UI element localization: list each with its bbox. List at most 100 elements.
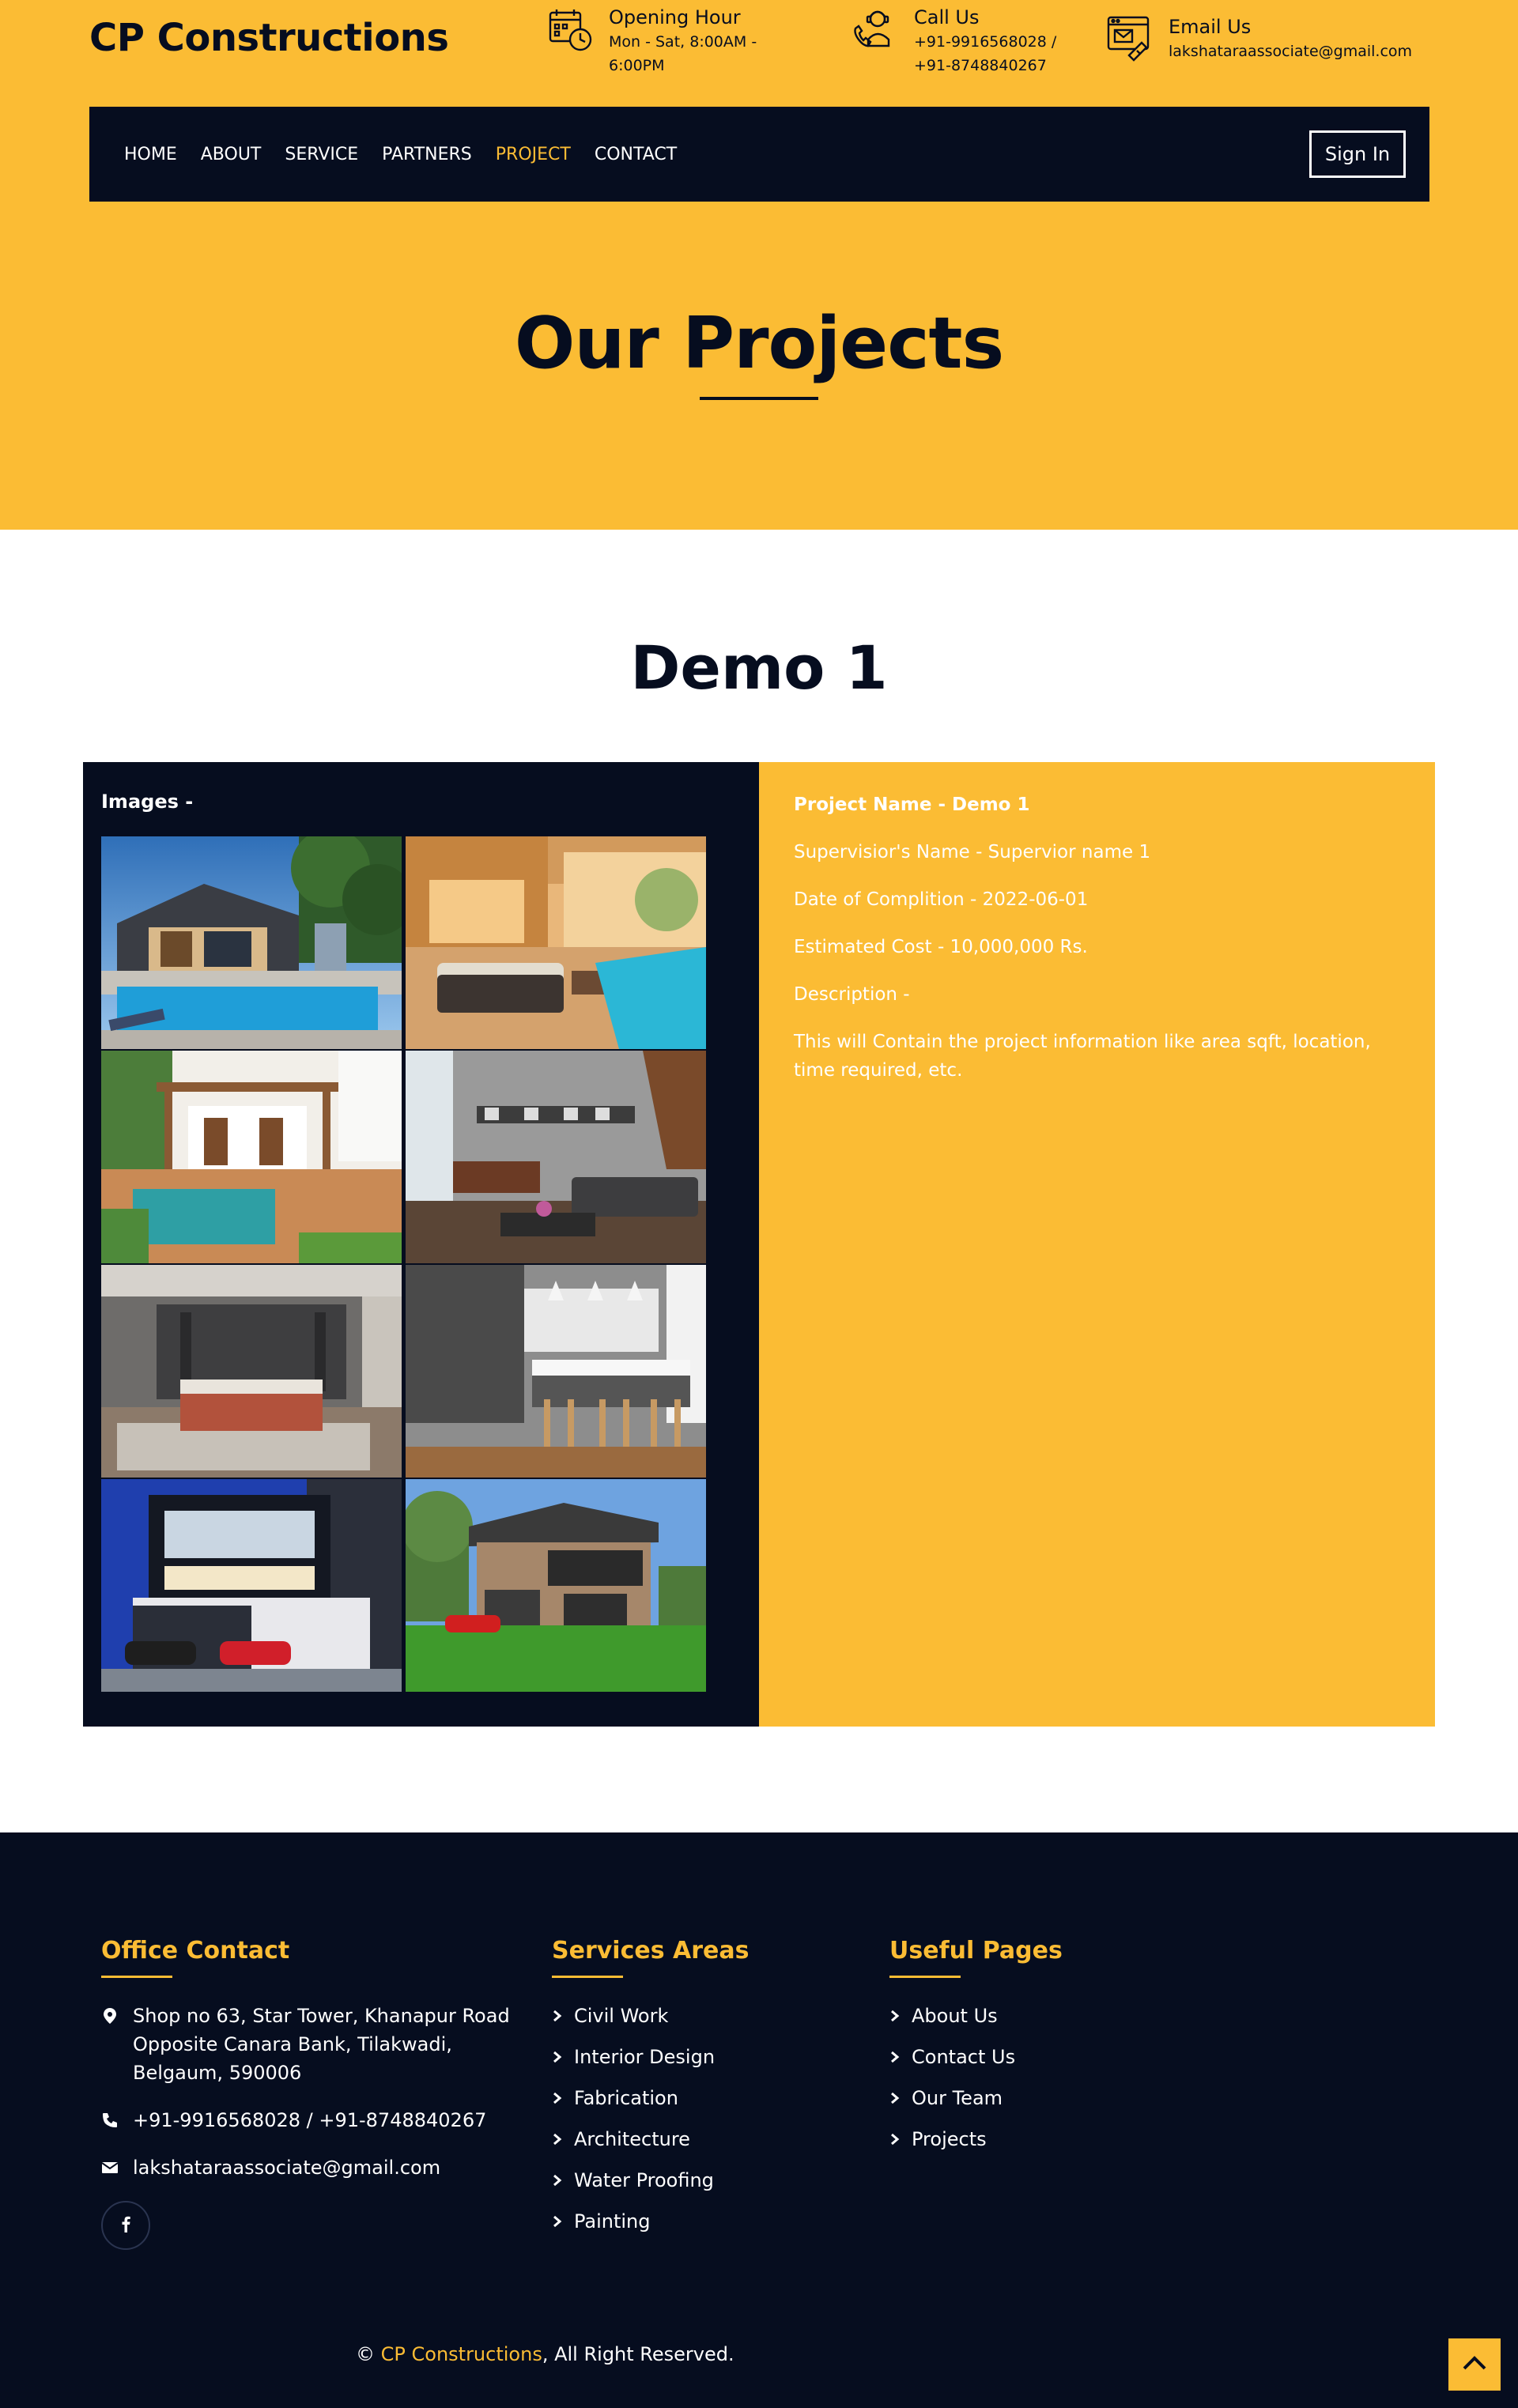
nav-about[interactable]: ABOUT [201, 145, 262, 164]
envelope-icon [101, 2153, 133, 2182]
call-us-value[interactable]: +91-9916568028 / +91-8748840267 [914, 30, 1096, 77]
pergola-courtyard-pool-photo[interactable] [101, 1051, 402, 1263]
call-us-title: Call Us [914, 6, 980, 28]
service-label: Water Proofing [574, 2169, 714, 2191]
page-link-our-team[interactable]: Our Team [889, 2084, 1174, 2112]
services-areas-column: Services Areas Civil Work Interior Desig… [552, 1937, 836, 2248]
page-link-contact-us[interactable]: Contact Us [889, 2043, 1174, 2071]
office-contact-heading: Office Contact [101, 1937, 290, 1965]
project-details-panel: Project Name - Demo 1 Supervisior's Name… [759, 762, 1435, 1727]
service-label: Fabrication [574, 2087, 678, 2109]
address-text: Shop no 63, Star Tower, Khanapur Road Op… [133, 2005, 510, 2084]
copyright-symbol: © [356, 2343, 375, 2365]
address-line: Shop no 63, Star Tower, Khanapur Road Op… [101, 2002, 528, 2087]
service-link-interior-design[interactable]: Interior Design [552, 2043, 836, 2071]
email-text[interactable]: lakshataraassociate@gmail.com [133, 2153, 440, 2182]
facebook-icon [118, 2215, 134, 2236]
opening-hours-value: Mon - Sat, 8:00AM - 6:00PM [609, 33, 757, 74]
email-line: lakshataraassociate@gmail.com [101, 2153, 528, 2182]
chevron-right-icon [889, 2051, 912, 2063]
nav-contact[interactable]: CONTACT [595, 145, 677, 164]
email-icon [1105, 14, 1154, 63]
email-us-value[interactable]: lakshataraassociate@gmail.com [1169, 40, 1501, 63]
main-navbar: HOME ABOUT SERVICE PARTNERS PROJECT CONT… [89, 107, 1429, 202]
nav-service[interactable]: SERVICE [285, 145, 358, 164]
nav-partners[interactable]: PARTNERS [382, 145, 472, 164]
service-link-painting[interactable]: Painting [552, 2207, 836, 2236]
images-label: Images - [101, 791, 194, 813]
copyright: © CP Constructions, All Right Reserved. [356, 2343, 734, 2365]
hero-section: CP Constructions Opening Hour Mon - Sat,… [0, 0, 1518, 530]
nav-home[interactable]: HOME [124, 145, 177, 164]
email-us-info: Email Us lakshataraassociate@gmail.com [1105, 14, 1501, 63]
project-name: Project Name - Demo 1 [794, 794, 1030, 815]
copyright-brand-link[interactable]: CP Constructions [381, 2343, 542, 2365]
chevron-right-icon [889, 2010, 912, 2022]
patio-pool-lounge-photo[interactable] [406, 836, 706, 1049]
brand-logo[interactable]: CP Constructions [89, 16, 449, 60]
chevron-right-icon [552, 2051, 574, 2063]
page-label: Projects [912, 2128, 987, 2150]
chevron-right-icon [552, 2174, 574, 2187]
phone-icon [101, 2106, 133, 2134]
bedroom-photo[interactable] [101, 1265, 402, 1478]
title-underline [700, 397, 818, 400]
chevron-right-icon [552, 2133, 574, 2146]
supervisor-name: Supervisior's Name - Supervior name 1 [794, 842, 1151, 862]
office-contact-column: Office Contact Shop no 63, Star Tower, K… [101, 1937, 528, 2250]
page-label: Our Team [912, 2087, 1003, 2109]
page-label: About Us [912, 2005, 998, 2027]
page-link-projects[interactable]: Projects [889, 2125, 1174, 2153]
images-panel: Images - [83, 762, 759, 1727]
nav-project[interactable]: PROJECT [496, 145, 571, 164]
grey-living-room-photo[interactable] [406, 1051, 706, 1263]
call-us-info: Call Us +91-9916568028 / +91-8748840267 [851, 5, 1096, 77]
modern-house-night-photo[interactable] [101, 1479, 402, 1692]
pool-house-photo[interactable] [101, 836, 402, 1049]
chevron-right-icon [552, 2215, 574, 2228]
heading-underline [889, 1976, 961, 1978]
description-label: Description - [794, 984, 910, 1005]
completion-date: Date of Complition - 2022-06-01 [794, 889, 1089, 910]
image-gallery [101, 836, 706, 1692]
sign-in-button[interactable]: Sign In [1309, 130, 1406, 178]
chevron-right-icon [552, 2092, 574, 2104]
service-link-civil-work[interactable]: Civil Work [552, 2002, 836, 2030]
footer: Office Contact Shop no 63, Star Tower, K… [0, 1832, 1518, 2408]
kitchen-island-photo[interactable] [406, 1265, 706, 1478]
service-label: Civil Work [574, 2005, 669, 2027]
opening-hours-info: Opening Hour Mon - Sat, 8:00AM - 6:00PM [546, 5, 783, 77]
service-link-water-proofing[interactable]: Water Proofing [552, 2166, 836, 2195]
service-label: Interior Design [574, 2046, 716, 2068]
heading-underline [101, 1976, 172, 1978]
chevron-right-icon [889, 2133, 912, 2146]
back-to-top-button[interactable] [1448, 2338, 1501, 2391]
phone-operator-icon [851, 5, 900, 54]
nav-links: HOME ABOUT SERVICE PARTNERS PROJECT CONT… [124, 107, 700, 202]
calendar-clock-icon [546, 5, 595, 54]
location-pin-icon [101, 2002, 133, 2030]
estimated-cost: Estimated Cost - 10,000,000 Rs. [794, 937, 1088, 957]
chevron-right-icon [889, 2092, 912, 2104]
heading-underline [552, 1976, 623, 1978]
phone-line: +91-9916568028 / +91-8748840267 [101, 2106, 528, 2134]
stone-house-lawn-photo[interactable] [406, 1479, 706, 1692]
facebook-button[interactable] [101, 2201, 150, 2250]
page-link-about-us[interactable]: About Us [889, 2002, 1174, 2030]
service-link-fabrication[interactable]: Fabrication [552, 2084, 836, 2112]
useful-pages-column: Useful Pages About Us Contact Us Our Tea… [889, 1937, 1174, 2166]
opening-hours-title: Opening Hour [609, 6, 741, 28]
description-text: This will Contain the project informatio… [794, 1032, 1371, 1081]
chevron-right-icon [552, 2010, 574, 2022]
project-title: Demo 1 [630, 632, 888, 703]
useful-pages-heading: Useful Pages [889, 1937, 1063, 1965]
service-label: Architecture [574, 2128, 690, 2150]
email-us-title: Email Us [1169, 16, 1252, 38]
page-title: Our Projects [514, 302, 1004, 385]
service-label: Painting [574, 2210, 651, 2232]
services-heading: Services Areas [552, 1937, 750, 1965]
service-link-architecture[interactable]: Architecture [552, 2125, 836, 2153]
phone-text[interactable]: +91-9916568028 / +91-8748840267 [133, 2106, 486, 2134]
copyright-text: , All Right Reserved. [542, 2343, 734, 2365]
page-label: Contact Us [912, 2046, 1016, 2068]
